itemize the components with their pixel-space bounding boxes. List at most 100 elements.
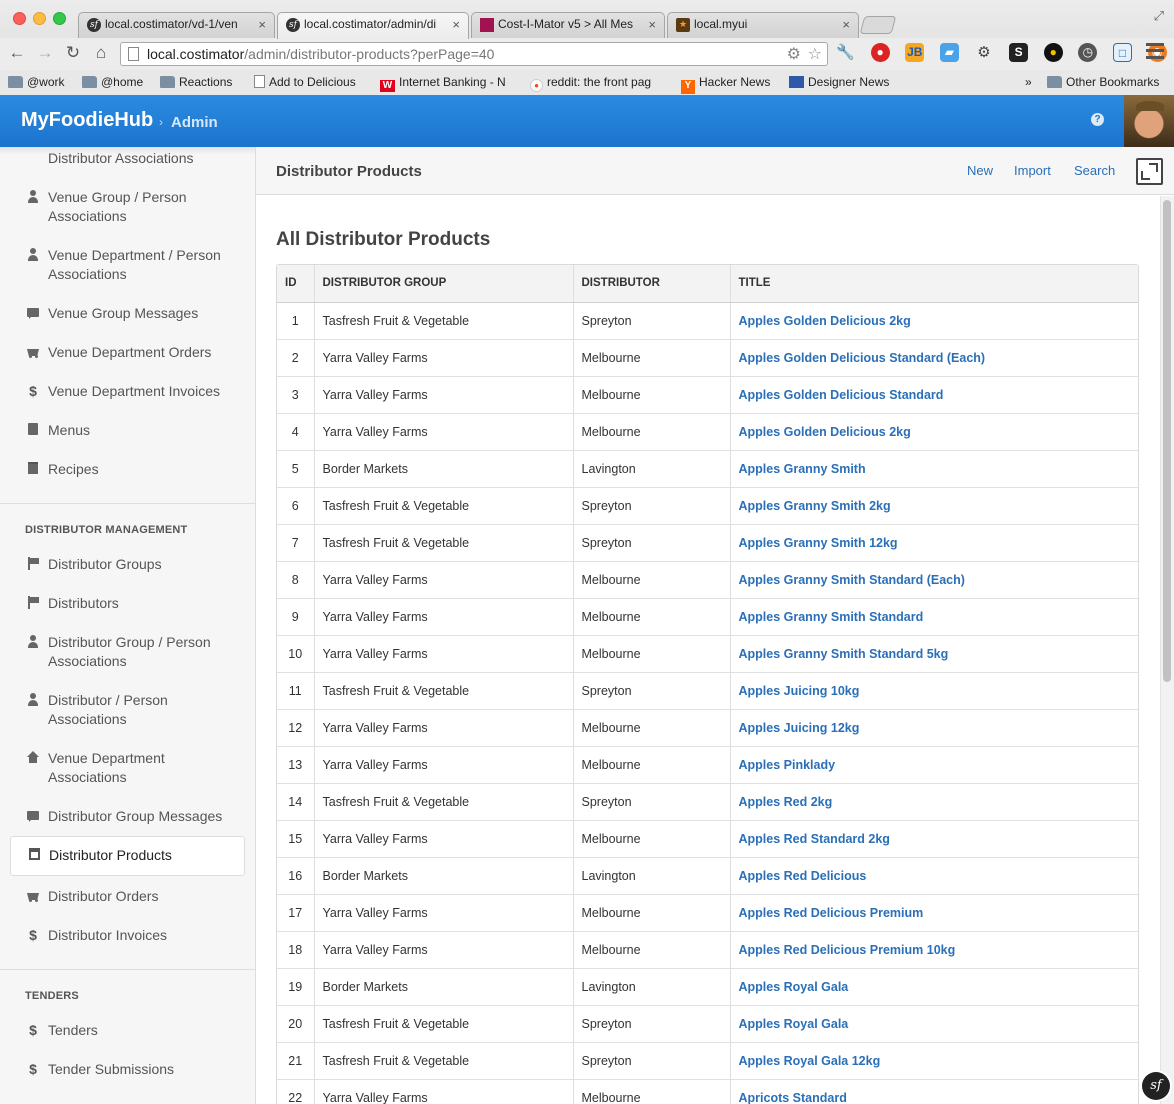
- cell-title-link[interactable]: Apples Granny Smith Standard (Each): [730, 560, 1138, 598]
- cell-title-link[interactable]: Apricots Standard: [730, 1078, 1138, 1104]
- forward-arrow-icon[interactable]: →: [34, 42, 56, 64]
- cell-title-link[interactable]: Apples Juicing 12kg: [730, 708, 1138, 746]
- table-row[interactable]: 14 Tasfresh Fruit & Vegetable Spreyton Appl…: [277, 782, 1138, 820]
- address-bar[interactable]: local.costimator/admin/distributor-produ…: [120, 42, 828, 66]
- help-icon[interactable]: ?: [1091, 113, 1104, 126]
- browser-tab-4[interactable]: ★ local.myui ×: [667, 12, 859, 38]
- sidebar-item-tenders[interactable]: $ Tenders: [10, 1021, 245, 1040]
- cell-title-link[interactable]: Apples Red Delicious Premium 10kg: [730, 930, 1138, 968]
- sidebar-item-venue-department-invoices[interactable]: $ Venue Department Invoices: [10, 382, 245, 401]
- sidebar-item-distributor-person-associations[interactable]: Distributor / Person Associations: [10, 691, 245, 729]
- cell-title-link[interactable]: Apples Red 2kg: [730, 782, 1138, 820]
- cell-title-link[interactable]: Apples Golden Delicious 2kg: [730, 301, 1138, 339]
- expand-icon[interactable]: [1136, 158, 1163, 185]
- cell-title-link[interactable]: Apples Royal Gala: [730, 967, 1138, 1005]
- page-settings-icon[interactable]: ⚙: [787, 44, 801, 66]
- cell-title-link[interactable]: Apples Red Delicious: [730, 856, 1138, 894]
- table-row[interactable]: 11 Tasfresh Fruit & Vegetable Spreyton Appl…: [277, 671, 1138, 709]
- bookmark-designer-news[interactable]: Designer News: [789, 74, 889, 90]
- bookmark-hacker-news[interactable]: Y Hacker News: [681, 74, 770, 94]
- cell-title-link[interactable]: Apples Granny Smith: [730, 449, 1138, 487]
- window-resize-icon[interactable]: □: [1113, 43, 1132, 62]
- bookmark-work[interactable]: @work: [8, 74, 65, 90]
- table-row[interactable]: 7 Tasfresh Fruit & Vegetable Spreyton Apple…: [277, 523, 1138, 561]
- table-row[interactable]: 6 Tasfresh Fruit & Vegetable Spreyton Apple…: [277, 486, 1138, 524]
- tab-close-icon[interactable]: ×: [648, 17, 656, 32]
- sidebar-item-distributor-associations[interactable]: Distributor Associations: [10, 149, 245, 168]
- clock-icon[interactable]: ◷: [1078, 43, 1098, 62]
- bookmarks-overflow-button[interactable]: »: [1025, 74, 1032, 90]
- tab-close-icon[interactable]: ×: [842, 17, 850, 32]
- search-button[interactable]: Search: [1074, 163, 1115, 178]
- cell-title-link[interactable]: Apples Granny Smith Standard 5kg: [730, 634, 1138, 672]
- new-button[interactable]: New: [967, 163, 993, 178]
- table-row[interactable]: 13 Yarra Valley Farms Melbourne Apples Pink…: [277, 745, 1138, 783]
- sidebar-item-venue-group-messages[interactable]: Venue Group Messages: [10, 304, 245, 323]
- sidebar-item-menus[interactable]: Menus: [10, 421, 245, 440]
- table-row[interactable]: 16 Border Markets Lavington Apples Red Deli…: [277, 856, 1138, 894]
- browser-menu-icon[interactable]: [1146, 43, 1164, 59]
- bookmark-star-icon[interactable]: ☆: [808, 44, 822, 66]
- adblock-icon[interactable]: ●: [870, 43, 890, 62]
- brand-logo[interactable]: MyFoodieHub: [21, 109, 153, 132]
- table-row[interactable]: 3 Yarra Valley Farms Melbourne Apples Golde…: [277, 375, 1138, 413]
- sidebar-item-venue-group-person-associations[interactable]: Venue Group / Person Associations: [10, 188, 245, 226]
- sidebar-item-recipes[interactable]: Recipes: [10, 460, 245, 479]
- window-zoom-button[interactable]: [53, 12, 66, 25]
- scrollbar-thumb[interactable]: [1163, 200, 1171, 682]
- sidebar-item-distributor-groups[interactable]: Distributor Groups: [10, 555, 245, 574]
- bookmark-reddit[interactable]: ● reddit: the front pag: [530, 74, 670, 92]
- sidebar-item-venue-department-associations[interactable]: Venue Department Associations: [10, 749, 245, 787]
- table-row[interactable]: 22 Yarra Valley Farms Melbourne Apricots St…: [277, 1078, 1138, 1104]
- column-header-distributor[interactable]: DISTRIBUTOR: [573, 265, 731, 303]
- bookmark-internet-banking[interactable]: W Internet Banking - N: [380, 74, 516, 92]
- cell-title-link[interactable]: Apples Golden Delicious Standard: [730, 375, 1138, 413]
- wrench-icon[interactable]: 🔧: [836, 43, 855, 62]
- breadcrumb-admin[interactable]: Admin: [171, 114, 218, 131]
- back-arrow-icon[interactable]: ←: [6, 42, 28, 64]
- browser-tab-1[interactable]: sf local.costimator/vd-1/ven ×: [78, 12, 275, 38]
- fullscreen-icon[interactable]: ⤢: [1154, 8, 1164, 24]
- window-close-button[interactable]: [13, 12, 26, 25]
- cell-title-link[interactable]: Apples Granny Smith 12kg: [730, 523, 1138, 561]
- table-row[interactable]: 1 Tasfresh Fruit & Vegetable Spreyton Apple…: [277, 301, 1138, 339]
- cell-title-link[interactable]: Apples Juicing 10kg: [730, 671, 1138, 709]
- sidebar-item-tender-submissions[interactable]: $ Tender Submissions: [10, 1060, 245, 1079]
- cell-title-link[interactable]: Apples Granny Smith 2kg: [730, 486, 1138, 524]
- gear-icon[interactable]: ⚙: [975, 43, 994, 62]
- bookmark-reactions[interactable]: Reactions: [160, 74, 232, 90]
- table-row[interactable]: 19 Border Markets Lavington Apples Royal Ga…: [277, 967, 1138, 1005]
- jetbrains-icon[interactable]: JB: [905, 43, 925, 62]
- bookmark-other[interactable]: Other Bookmarks: [1047, 74, 1159, 90]
- tab-close-icon[interactable]: ×: [452, 17, 460, 32]
- table-row[interactable]: 15 Yarra Valley Farms Melbourne Apples Red …: [277, 819, 1138, 857]
- notes-icon[interactable]: ▰: [939, 43, 959, 62]
- sidebar-item-distributor-group-person-associations[interactable]: Distributor Group / Person Associations: [10, 633, 245, 671]
- sidebar-item-distributor-orders[interactable]: Distributor Orders: [10, 887, 245, 906]
- sidebar-item-distributor-products[interactable]: Distributor Products: [10, 836, 245, 876]
- cell-title-link[interactable]: Apples Golden Delicious 2kg: [730, 412, 1138, 450]
- table-row[interactable]: 9 Yarra Valley Farms Melbourne Apples Grann…: [277, 597, 1138, 635]
- table-row[interactable]: 4 Yarra Valley Farms Melbourne Apples Golde…: [277, 412, 1138, 450]
- table-row[interactable]: 12 Yarra Valley Farms Melbourne Apples Juic…: [277, 708, 1138, 746]
- cell-title-link[interactable]: Apples Royal Gala: [730, 1004, 1138, 1042]
- table-row[interactable]: 20 Tasfresh Fruit & Vegetable Spreyton Appl…: [277, 1004, 1138, 1042]
- table-row[interactable]: 10 Yarra Valley Farms Melbourne Apples Gran…: [277, 634, 1138, 672]
- home-icon[interactable]: ⌂: [90, 42, 112, 64]
- reload-icon[interactable]: ↻: [62, 42, 84, 64]
- cell-title-link[interactable]: Apples Granny Smith Standard: [730, 597, 1138, 635]
- cell-title-link[interactable]: Apples Golden Delicious Standard (Each): [730, 338, 1138, 376]
- column-header-id[interactable]: ID: [277, 265, 315, 303]
- table-row[interactable]: 5 Border Markets Lavington Apples Granny Sm…: [277, 449, 1138, 487]
- sidebar-item-distributors[interactable]: Distributors: [10, 594, 245, 613]
- cell-title-link[interactable]: Apples Pinklady: [730, 745, 1138, 783]
- table-row[interactable]: 21 Tasfresh Fruit & Vegetable Spreyton Appl…: [277, 1041, 1138, 1079]
- screenshot-icon[interactable]: S: [1009, 43, 1029, 62]
- import-button[interactable]: Import: [1014, 163, 1051, 178]
- sidebar-item-venue-department-orders[interactable]: Venue Department Orders: [10, 343, 245, 362]
- column-header-distributor-group[interactable]: DISTRIBUTOR GROUP: [314, 265, 574, 303]
- table-row[interactable]: 18 Yarra Valley Farms Melbourne Apples Red …: [277, 930, 1138, 968]
- table-row[interactable]: 2 Yarra Valley Farms Melbourne Apples Golde…: [277, 338, 1138, 376]
- tab-close-icon[interactable]: ×: [258, 17, 266, 32]
- table-row[interactable]: 17 Yarra Valley Farms Melbourne Apples Red …: [277, 893, 1138, 931]
